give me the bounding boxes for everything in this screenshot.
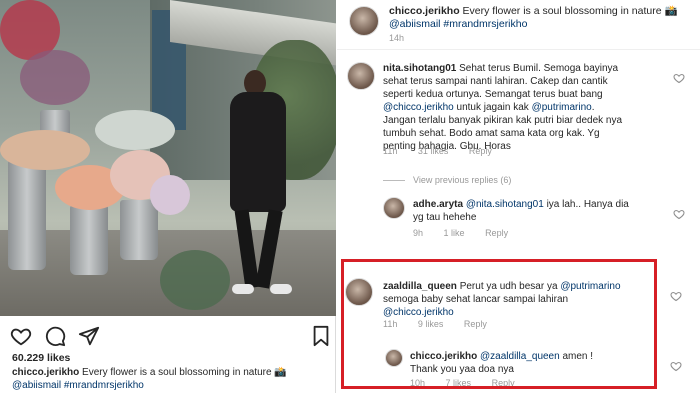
comment-username[interactable]: nita.sihotang01 — [383, 63, 456, 74]
header-username[interactable]: chicco.jerikho — [389, 5, 460, 17]
heart-icon[interactable] — [673, 208, 685, 220]
comment-line: tumbuh sehat. Bodo amat sama kata org ka… — [383, 128, 600, 139]
caption-header: chicco.jerikho Every flower is a soul bl… — [337, 0, 700, 50]
heart-icon[interactable] — [670, 290, 682, 302]
comment-icon[interactable] — [44, 325, 66, 347]
highlight-box — [341, 259, 657, 389]
comment-line: seperti kedua ortunya. Semangat terus bu… — [383, 89, 603, 100]
post-panel: 60.229 likes chicco.jerikho Every flower… — [0, 0, 336, 393]
comment-likes[interactable]: 1 like — [444, 228, 465, 238]
post-actions — [10, 325, 332, 347]
heart-icon[interactable] — [673, 72, 685, 84]
flower-bucket — [70, 205, 108, 275]
photo-person — [222, 70, 292, 300]
header-tags[interactable]: @abiismail #mrandmrsjerikho — [389, 18, 527, 30]
comment: adhe.aryta @nita.sihotang01 iya lah.. Ha… — [413, 198, 683, 224]
header-caption: chicco.jerikho Every flower is a soul bl… — [389, 5, 689, 31]
comment-likes[interactable]: 31 likes — [418, 146, 449, 156]
mention-link: @putrimarino — [531, 102, 592, 113]
caption-text: Every flower is a soul blossoming in nat… — [79, 367, 287, 378]
flower-cluster — [20, 50, 90, 105]
comment: nita.sihotang01 Sehat terus Bumil. Semog… — [383, 63, 623, 152]
avatar[interactable] — [383, 197, 405, 219]
flower-bucket — [8, 160, 46, 270]
share-icon[interactable] — [78, 325, 100, 347]
comment-text: iya lah.. Hanya dia — [543, 199, 629, 210]
divider-line — [383, 180, 405, 182]
comment-text: yg tau hehehe — [413, 212, 477, 223]
comment-line: sehat terus sampai nanti lahiran. Cakep … — [383, 76, 608, 87]
caption-tags[interactable]: @abiismail #mrandmrsjerikho — [12, 380, 144, 391]
likes-count[interactable]: 60.229 likes — [12, 352, 70, 364]
flower-cluster — [95, 110, 175, 150]
header-time: 14h — [389, 33, 405, 43]
flower-bucket — [120, 200, 158, 260]
flower-cluster — [0, 130, 90, 170]
comment-meta: 9h 1 like Reply — [413, 228, 526, 238]
plant-cluster — [160, 250, 230, 310]
mention-link: @chicco.jerikho — [383, 102, 454, 113]
bookmark-icon[interactable] — [310, 325, 332, 347]
reply-button[interactable]: Reply — [485, 228, 508, 238]
reply-button[interactable]: Reply — [469, 146, 492, 156]
mention-link[interactable]: @nita.sihotang01 — [466, 199, 544, 210]
view-replies-label[interactable]: View previous replies (6) — [413, 175, 511, 185]
comment-username[interactable]: adhe.aryta — [413, 199, 463, 210]
avatar[interactable] — [347, 62, 375, 90]
caption-username[interactable]: chicco.jerikho — [12, 367, 79, 378]
flower-cluster — [150, 175, 190, 215]
comment-time: 11h — [383, 146, 398, 156]
comment-meta: 11h 31 likes Reply — [383, 146, 510, 156]
post-photo[interactable] — [0, 0, 336, 316]
avatar[interactable] — [349, 6, 379, 36]
heart-icon[interactable] — [10, 325, 32, 347]
heart-icon[interactable] — [670, 360, 682, 372]
header-caption-text: Every flower is a soul blossoming in nat… — [459, 5, 678, 17]
comment-line: Jangan terlalu banyak pikiran kak putri … — [383, 115, 623, 126]
view-replies-link[interactable]: View previous replies (6) — [383, 175, 511, 185]
comment-time: 9h — [413, 228, 424, 238]
post-caption: chicco.jerikho Every flower is a soul bl… — [12, 366, 330, 392]
comment-line: Sehat terus Bumil. Semoga bayinya — [459, 63, 619, 74]
